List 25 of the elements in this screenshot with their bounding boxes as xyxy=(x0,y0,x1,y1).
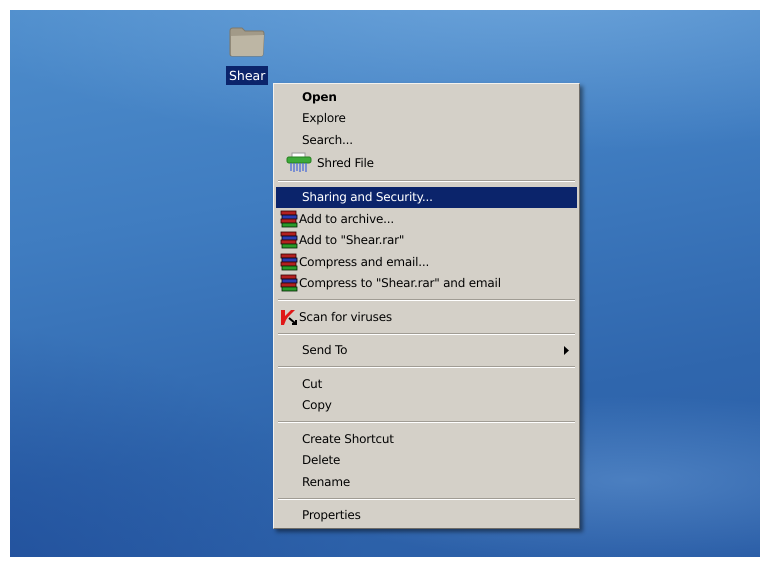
menu-item[interactable]: Delete xyxy=(276,450,577,471)
books-icon xyxy=(280,252,298,271)
menu-item[interactable]: Compress and email... xyxy=(276,251,577,272)
menu-item[interactable]: Compress to "Shear.rar" and email xyxy=(276,272,577,294)
menu-item[interactable]: Cut xyxy=(276,373,577,394)
menu-item[interactable]: Add to archive... xyxy=(276,208,577,230)
menu-item[interactable]: Copy xyxy=(276,394,577,416)
books-icon xyxy=(280,231,298,250)
menu-item[interactable]: Explore xyxy=(276,108,577,129)
menu-item[interactable]: Scan for viruses xyxy=(276,306,577,328)
books-icon xyxy=(280,274,298,292)
menu-item[interactable]: Rename xyxy=(276,471,577,492)
books-icon xyxy=(280,210,298,228)
menu-item[interactable]: Search... xyxy=(276,129,577,150)
menu-item[interactable]: Add to "Shear.rar" xyxy=(276,230,577,251)
menu-item[interactable]: Properties xyxy=(276,504,577,526)
menu-item[interactable]: Open xyxy=(276,86,577,108)
menu-item[interactable]: Shred File xyxy=(276,150,577,174)
shredder-icon xyxy=(286,152,312,174)
folder-icon[interactable] xyxy=(228,27,266,57)
icon-label[interactable]: Shear xyxy=(226,66,268,85)
menu-item[interactable]: Send To xyxy=(276,340,577,361)
k-shield-icon xyxy=(280,308,298,326)
menu-item[interactable]: Sharing and Security... xyxy=(276,186,577,208)
menu-item[interactable]: Create Shortcut xyxy=(276,428,577,450)
